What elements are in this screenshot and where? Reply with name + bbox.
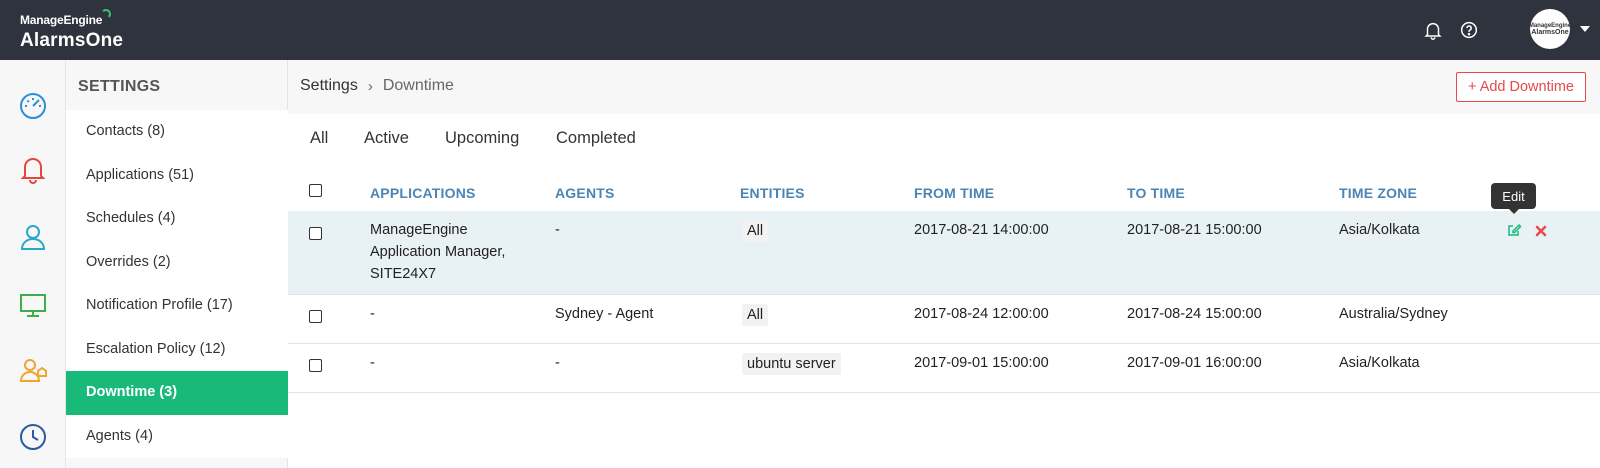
main-content: Settings › Downtime + Add Downtime All A… (288, 60, 1600, 468)
column-header-applications[interactable]: APPLICATIONS (370, 185, 476, 201)
breadcrumb-current: Downtime (382, 77, 454, 94)
entity-tag: ubuntu server (742, 353, 841, 375)
cell-to-time: 2017-09-01 16:00:00 (1127, 355, 1262, 371)
settings-item-applications[interactable]: Applications (51) (66, 153, 288, 197)
page-header: Settings › Downtime + Add Downtime (288, 60, 1600, 114)
settings-item-escalation-policy[interactable]: Escalation Policy (12) (66, 327, 288, 371)
user-icon[interactable] (16, 220, 50, 254)
clock-icon[interactable] (16, 420, 50, 454)
cell-time-zone: Asia/Kolkata (1339, 355, 1420, 371)
avatar-product: AlarmsOne (1531, 28, 1569, 36)
cell-to-time: 2017-08-24 15:00:00 (1127, 306, 1262, 322)
column-header-entities[interactable]: ENTITIES (740, 185, 805, 201)
settings-panel: SETTINGS Contacts (8) Applications (51) … (66, 60, 288, 468)
entity-tag: All (742, 304, 769, 326)
table-row[interactable]: - Sydney - Agent All 2017-08-24 12:00:00… (288, 295, 1600, 344)
cell-from-time: 2017-08-24 12:00:00 (914, 306, 1049, 322)
cell-agents: - (555, 222, 560, 238)
application-name-line: ManageEngine (370, 222, 468, 238)
dashboard-gauge-icon[interactable] (16, 88, 50, 122)
table-row[interactable]: - - ubuntu server 2017-09-01 15:00:00 20… (288, 344, 1600, 393)
icon-rail (0, 60, 66, 468)
application-name-line: SITE24X7 (370, 266, 437, 282)
cell-to-time: 2017-08-21 15:00:00 (1127, 222, 1262, 238)
settings-item-agents[interactable]: Agents (4) (66, 414, 288, 458)
edit-tooltip: Edit (1491, 183, 1536, 214)
product-name: AlarmsOne (20, 30, 124, 51)
help-icon[interactable] (1458, 19, 1480, 41)
user-group-icon[interactable] (16, 354, 50, 388)
cell-from-time: 2017-08-21 14:00:00 (914, 222, 1049, 238)
cell-time-zone: Australia/Sydney (1339, 306, 1448, 322)
cell-from-time: 2017-09-01 15:00:00 (914, 355, 1049, 371)
cell-entities: All (742, 220, 769, 242)
user-avatar[interactable]: ManageEngine AlarmsOne (1529, 9, 1571, 49)
alarm-bell-icon[interactable] (16, 152, 50, 186)
cell-agents: - (555, 355, 560, 371)
table-row[interactable]: ManageEngine Application Manager, SITE24… (288, 211, 1600, 295)
select-all-checkbox[interactable] (309, 184, 322, 197)
cell-entities: All (742, 304, 769, 326)
bell-icon[interactable] (1422, 19, 1444, 41)
delete-icon[interactable] (1533, 223, 1549, 239)
column-header-agents[interactable]: AGENTS (555, 185, 615, 201)
add-downtime-button[interactable]: + Add Downtime (1456, 72, 1586, 102)
cell-applications: - (370, 306, 375, 322)
application-name-line: Application Manager, (370, 244, 506, 260)
account-dropdown-caret-icon[interactable] (1580, 26, 1590, 32)
breadcrumb-separator-icon: › (367, 77, 373, 95)
edit-icon[interactable] (1506, 222, 1522, 238)
entity-tag: All (742, 220, 769, 242)
monitor-icon[interactable] (16, 288, 50, 322)
settings-item-schedules[interactable]: Schedules (4) (66, 197, 288, 241)
column-header-to-time[interactable]: TO TIME (1127, 185, 1185, 201)
app-logo[interactable]: ManageEngine AlarmsOne (20, 9, 124, 52)
cell-entities: ubuntu server (742, 353, 841, 375)
settings-item-notification-profile[interactable]: Notification Profile (17) (66, 284, 288, 328)
top-bar: ManageEngine AlarmsOne ManageEngine Alar… (0, 0, 1600, 60)
brand-name: ManageEngine (20, 9, 112, 27)
cell-time-zone: Asia/Kolkata (1339, 222, 1420, 238)
row-checkbox[interactable] (309, 310, 322, 323)
settings-menu: Contacts (8) Applications (51) Schedules… (66, 110, 288, 458)
settings-item-contacts[interactable]: Contacts (8) (66, 110, 288, 154)
cell-agents: Sydney - Agent (555, 306, 654, 322)
settings-item-overrides[interactable]: Overrides (2) (66, 240, 288, 284)
row-checkbox[interactable] (309, 227, 322, 240)
cell-applications: - (370, 355, 375, 371)
column-header-from-time[interactable]: FROM TIME (914, 185, 994, 201)
row-checkbox[interactable] (309, 359, 322, 372)
column-header-time-zone[interactable]: TIME ZONE (1339, 185, 1417, 201)
breadcrumb: Settings › Downtime (300, 77, 454, 95)
breadcrumb-settings-link[interactable]: Settings (300, 77, 358, 95)
cell-applications: ManageEngine Application Manager, SITE24… (370, 219, 505, 285)
settings-item-downtime[interactable]: Downtime (3) (66, 371, 288, 415)
settings-title: SETTINGS (78, 78, 161, 95)
